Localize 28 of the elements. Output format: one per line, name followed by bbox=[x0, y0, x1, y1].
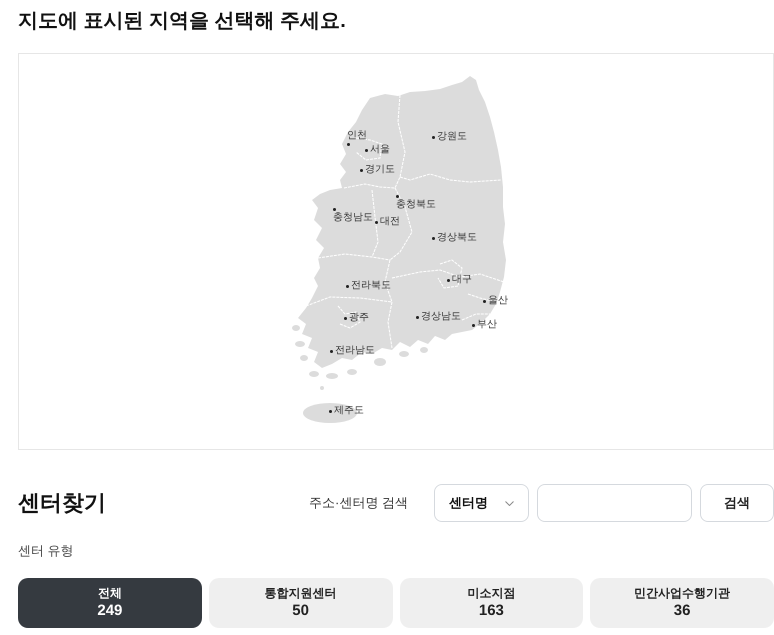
region-link[interactable]: 경기도 bbox=[360, 164, 395, 176]
region-link[interactable]: 경상북도 bbox=[432, 232, 477, 244]
center-type-label: 센터 유형 bbox=[18, 543, 74, 559]
region-link[interactable]: 부산 bbox=[472, 319, 497, 331]
region-link[interactable]: 충청남도 bbox=[333, 208, 373, 224]
search-label: 주소·센터명 검색 bbox=[309, 494, 408, 512]
region-link[interactable]: 광주 bbox=[344, 312, 369, 324]
region-link[interactable]: 전라남도 bbox=[330, 345, 375, 357]
region-link[interactable]: 서울 bbox=[365, 144, 390, 156]
search-input[interactable] bbox=[537, 484, 692, 522]
region-link[interactable]: 경상남도 bbox=[416, 311, 461, 323]
chevron-down-icon bbox=[505, 500, 514, 506]
search-button[interactable]: 검색 bbox=[700, 484, 774, 522]
region-link[interactable]: 강원도 bbox=[432, 131, 467, 143]
center-type-tab[interactable]: 통합지원센터 50 bbox=[208, 578, 392, 628]
page-title: 지도에 표시된 지역을 선택해 주세요. bbox=[18, 9, 346, 33]
center-type-tab[interactable]: 미소지점 163 bbox=[400, 578, 584, 628]
region-link[interactable]: 대전 bbox=[375, 216, 400, 228]
region-link[interactable]: 인천 bbox=[347, 130, 367, 146]
region-link[interactable]: 전라북도 bbox=[346, 280, 391, 292]
section-heading: 센터찾기 bbox=[18, 489, 106, 517]
center-type-tab[interactable]: 민간사업수행기관 36 bbox=[590, 578, 774, 628]
region-link[interactable]: 제주도 bbox=[329, 405, 364, 417]
region-link[interactable]: 충청북도 bbox=[396, 195, 436, 211]
search-type-dropdown[interactable]: 센터명 bbox=[434, 484, 529, 522]
region-link[interactable]: 울산 bbox=[483, 295, 508, 307]
region-link[interactable]: 대구 bbox=[447, 274, 472, 286]
center-type-tab[interactable]: 전체 249 bbox=[18, 578, 202, 628]
